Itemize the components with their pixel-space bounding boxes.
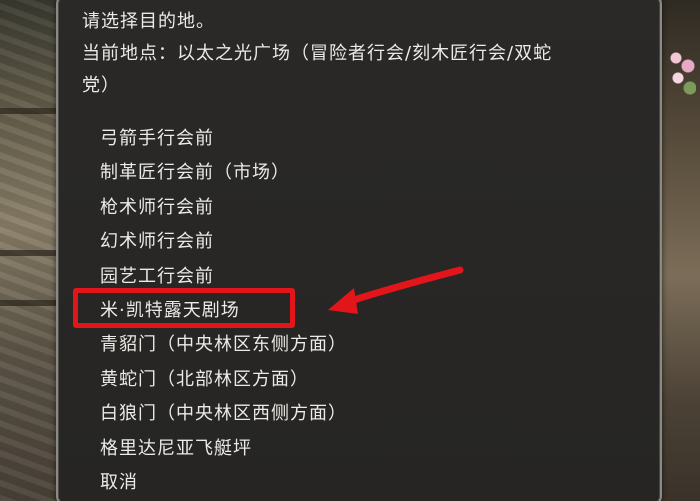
destination-option[interactable]: 枪术师行会前 — [100, 191, 347, 225]
red-arrow-annotation — [328, 266, 464, 314]
scene-right-edge — [662, 0, 700, 501]
destination-option[interactable]: 白狼门（中央林区西侧方面） — [100, 397, 347, 431]
dialog-prompt: 请选择目的地。 — [82, 11, 215, 32]
flowers-decoration — [668, 48, 696, 108]
destination-option[interactable]: 格里达尼亚飞艇坪 — [100, 432, 347, 466]
destination-option[interactable]: 弓箭手行会前 — [100, 122, 347, 156]
destination-option[interactable]: 青貂门（中央林区东侧方面） — [100, 328, 347, 362]
railing-bar — [0, 250, 58, 256]
current-location-text-continued: 党） — [82, 75, 120, 96]
scene-left-edge — [0, 0, 58, 501]
destination-option[interactable]: 制革匠行会前（市场） — [100, 156, 347, 190]
railing-bar — [0, 108, 58, 114]
cancel-option[interactable]: 取消 — [100, 466, 347, 500]
destination-option[interactable]: 黄蛇门（北部林区方面） — [100, 363, 347, 397]
highlight-box-annotation — [73, 288, 295, 328]
current-location-text: 当前地点：以太之光广场（冒险者行会/刻木匠行会/双蛇 — [82, 43, 553, 64]
railing-bar — [0, 300, 58, 306]
destination-option[interactable]: 幻术师行会前 — [100, 225, 347, 259]
destination-select-dialog: 请选择目的地。 当前地点：以太之光广场（冒险者行会/刻木匠行会/双蛇 党） 弓箭… — [56, 0, 662, 501]
